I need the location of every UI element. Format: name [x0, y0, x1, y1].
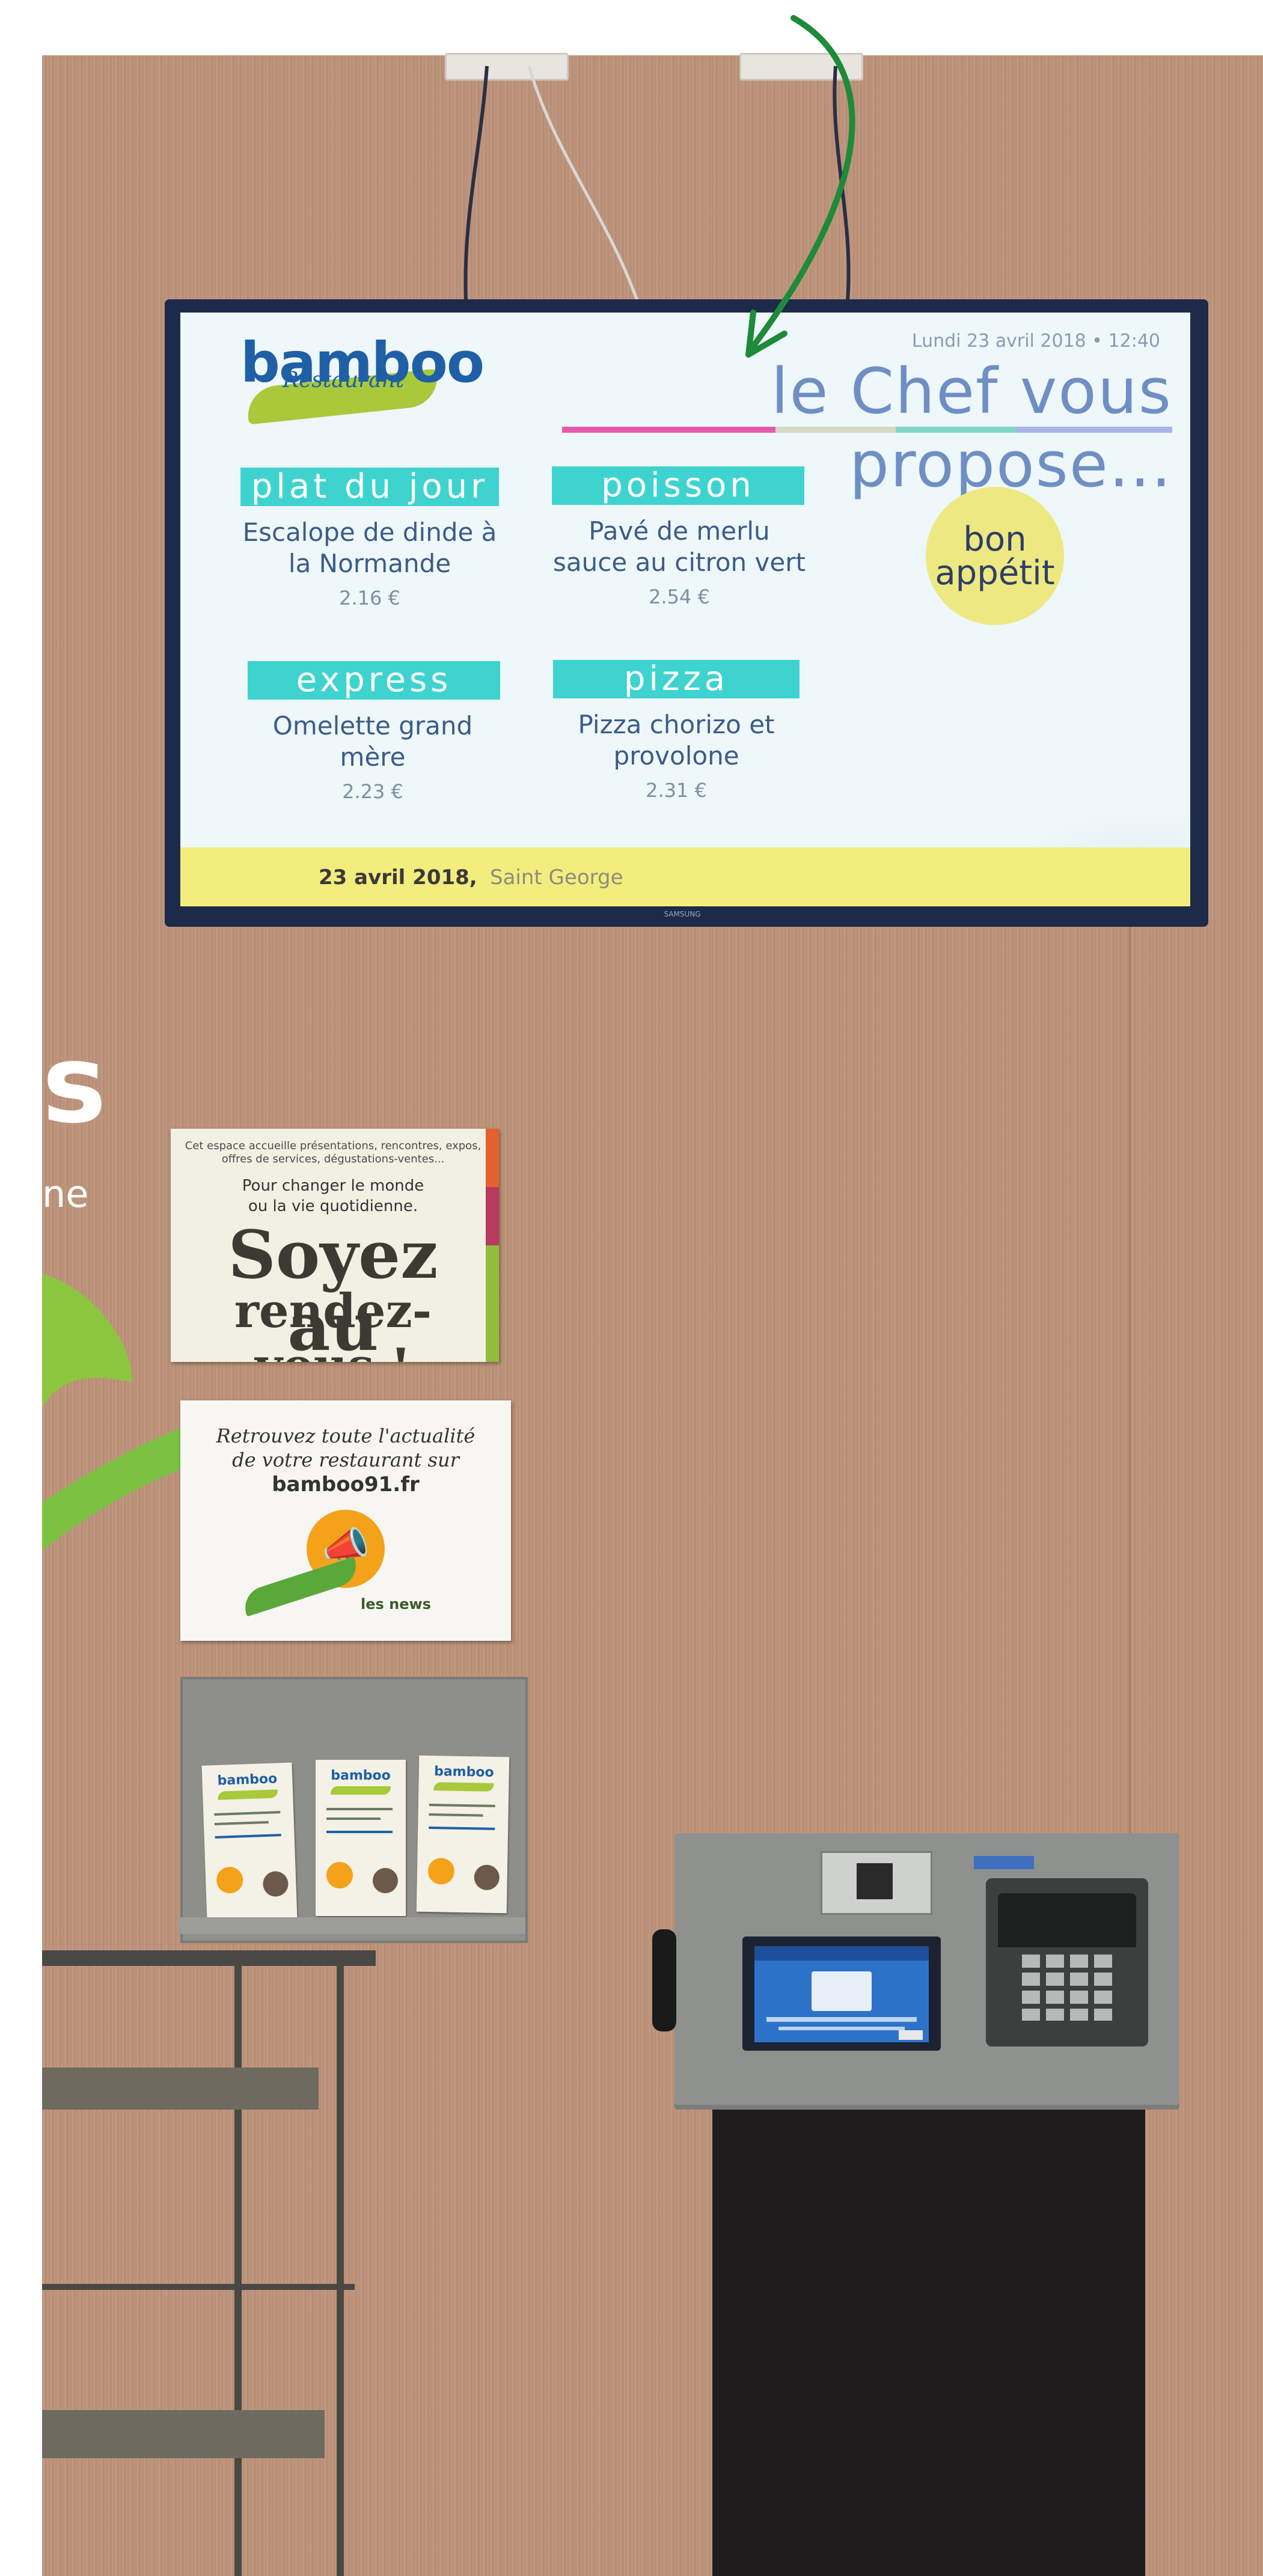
kiosk-screen-button[interactable] [899, 2030, 923, 2040]
category-plat-du-jour: plat du jour [240, 468, 499, 506]
kiosk-cabinet [712, 2104, 1145, 2576]
kiosk-card-illustration [812, 1971, 872, 2011]
poster-news: Retrouvez toute l'actualité de votre res… [180, 1400, 511, 1641]
poster-line1: Pour changer le monde [242, 1177, 424, 1195]
news-site: bamboo91.fr [272, 1473, 420, 1497]
wall-painted-letter: s [42, 1022, 107, 1147]
kiosk-touchscreen[interactable] [754, 1946, 929, 2042]
footer-place: Saint George [490, 865, 623, 890]
category-pizza: pizza [553, 660, 800, 698]
shelf-post-right [337, 1965, 344, 2576]
brochure-leaf [218, 1789, 278, 1800]
brochure[interactable]: bamboo [201, 1762, 298, 1922]
poster-rendez-vous: Cet espace accueille présentations, renc… [171, 1129, 499, 1362]
dish-price: 2.23 € [342, 780, 403, 803]
tv-brand-label: SAMSUNG [664, 910, 701, 918]
headline-strip-gray [775, 427, 896, 433]
headline-strip-blue [1016, 427, 1172, 433]
brochure-leaf [433, 1782, 494, 1792]
kiosk-text-line [766, 2017, 917, 2022]
wall-painted-word: ne [42, 1172, 89, 1216]
card-reader-opening [857, 1863, 893, 1899]
brochure-text-line [326, 1831, 393, 1833]
brochure-title: bamboo [331, 1768, 391, 1783]
dish-price: 2.54 € [649, 585, 710, 608]
brochure-text-line [429, 1827, 495, 1830]
brochure-badge [216, 1866, 243, 1894]
bon-appetit-text: bon appétit [926, 523, 1064, 590]
footer-date: 23 avril 2018, [319, 865, 477, 890]
menu-screen: bamboo Restaurant Lundi 23 avril 2018 • … [180, 313, 1190, 906]
dish-name-line1: Pizza chorizo et [578, 710, 775, 739]
brochure-text-line [326, 1808, 393, 1810]
dish-name-line2: la Normande [288, 549, 451, 578]
news-line2: de votre restaurant sur [232, 1448, 459, 1471]
brochure-rack-shelf [178, 1917, 525, 1934]
brochure-photo [474, 1864, 500, 1891]
poster-intro-text: Cet espace accueille présentations, renc… [185, 1140, 482, 1165]
shelf-board-upper [42, 2068, 319, 2110]
badge-line1: bon [963, 520, 1027, 559]
kiosk-text-line [778, 2027, 905, 2030]
kiosk-handset[interactable] [652, 1929, 676, 2031]
dish-name-line1: Omelette grand [272, 711, 473, 740]
brochure[interactable]: bamboo [416, 1755, 510, 1914]
category-express: express [248, 661, 500, 700]
brochure-text-line [215, 1834, 281, 1839]
brochure-text-line [326, 1818, 381, 1820]
shelf-rail [42, 2284, 355, 2290]
brochure-title: bamboo [433, 1764, 494, 1780]
kiosk-label-strip [974, 1856, 1034, 1869]
badge-line2: appétit [935, 554, 1055, 593]
headline-strip-pink [562, 427, 775, 433]
pinpad-keys-rows [1022, 1955, 1112, 2021]
poster-big-line2: rendez-vous ! [234, 1284, 432, 1362]
brochure-badge [427, 1857, 455, 1885]
category-poisson: poisson [552, 466, 804, 505]
brochure-photo [373, 1868, 398, 1893]
dish-name-line2: provolone [613, 741, 739, 771]
brochure-text-line [429, 1804, 495, 1807]
brochure-photo [262, 1870, 289, 1897]
dish-name-line1: Pavé de merlu [589, 516, 770, 546]
shelf-post-left [234, 1965, 242, 2576]
dish-price: 2.31 € [646, 779, 707, 802]
arrow-icon [745, 15, 855, 358]
news-label: les news [361, 1596, 431, 1613]
news-line1: Retrouvez toute l'actualité [216, 1424, 476, 1447]
brochure-title: bamboo [217, 1771, 278, 1789]
brochure-text-line [214, 1821, 269, 1826]
brochure-badge [326, 1862, 353, 1888]
brochure[interactable]: bamboo [316, 1760, 406, 1916]
shelf-board-lower [42, 2410, 325, 2458]
dish-name-line2: mère [340, 742, 406, 772]
shelf-top-bar [42, 1950, 376, 1966]
poster-line2: ou la vie quotidienne. [248, 1197, 418, 1215]
pinpad-privacy-hood [998, 1893, 1136, 1947]
dish-name-line2: sauce au citron vert [553, 548, 806, 577]
brochure-leaf [331, 1786, 391, 1795]
brochure-text-line [429, 1813, 483, 1817]
brochure-text-line [214, 1811, 281, 1816]
dish-price: 2.16 € [339, 587, 400, 609]
kiosk-screen-header [754, 1946, 929, 1961]
dish-name-line1: Escalope de dinde à [242, 517, 497, 547]
headline-strip-teal [896, 427, 1016, 433]
poster-color-bars [486, 1129, 499, 1362]
